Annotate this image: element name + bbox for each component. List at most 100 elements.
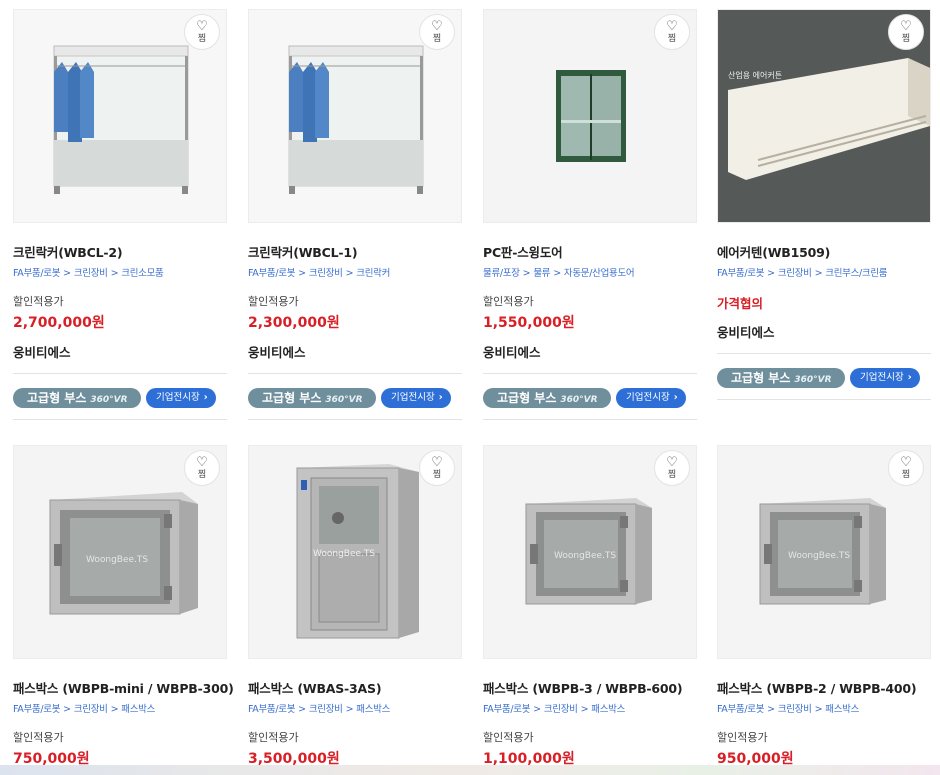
badge-row: 고급형 부스 360°VR 기업전시장 › xyxy=(13,387,227,409)
premium-booth-360vr-button[interactable]: 고급형 부스 360°VR xyxy=(483,388,611,408)
product-category[interactable]: FA부품/로봇 > 크린장비 > 패스박스 xyxy=(717,701,931,715)
product-card[interactable]: ♡ 찜 크린락커(WBCL-1) FA부품/로봇 > 크린장비 > 크린락커 할인적용가… xyxy=(248,9,462,420)
category-level-1[interactable]: FA부품/로봇 xyxy=(717,268,764,279)
product-card[interactable]: ♡ 찜 PC판-스윙도어 물류/포장 > 물류 > 자동문/산업용도어 할인적용가 1,… xyxy=(483,9,697,420)
product-category[interactable]: FA부품/로봇 > 크린장비 > 패스박스 xyxy=(483,701,697,715)
product-category[interactable]: FA부품/로봇 > 크린장비 > 패스박스 xyxy=(13,701,227,715)
divider xyxy=(13,373,227,374)
wishlist-button[interactable]: ♡ 찜 xyxy=(888,14,924,50)
product-card[interactable]: 산업용 에어커튼 ♡ 찜 에어커텐(WB1509) FA부품/로봇 > 크린장비 > 크… xyxy=(717,9,931,400)
divider xyxy=(13,419,227,420)
product-image-air-shower[interactable]: WoongBee.TS ♡ 찜 xyxy=(248,445,462,659)
category-level-3[interactable]: 자동문/산업용도어 xyxy=(564,268,635,279)
divider xyxy=(717,399,931,400)
category-level-2[interactable]: 크린장비 xyxy=(778,704,812,715)
seller-name[interactable]: 웅비티에스 xyxy=(483,342,697,361)
divider xyxy=(248,419,462,420)
chevron-right-icon: > xyxy=(814,268,823,279)
company-exhibition-button[interactable]: 기업전시장 › xyxy=(381,388,451,408)
wishlist-button[interactable]: ♡ 찜 xyxy=(184,450,220,486)
product-image-clean-locker[interactable]: ♡ 찜 xyxy=(248,9,462,223)
chevron-right-icon: > xyxy=(63,704,71,715)
seller-name[interactable]: 웅비티에스 xyxy=(717,322,931,341)
chevron-right-icon: > xyxy=(110,268,119,279)
product-title[interactable]: PC판-스윙도어 xyxy=(483,242,697,261)
wishlist-button[interactable]: ♡ 찜 xyxy=(184,14,220,50)
seller-name[interactable]: 웅비티에스 xyxy=(13,342,227,361)
category-level-1[interactable]: 물류/포장 xyxy=(483,268,520,279)
wishlist-button[interactable]: ♡ 찜 xyxy=(419,450,455,486)
category-level-3[interactable]: 패스박스 xyxy=(591,704,625,715)
category-level-2[interactable]: 크린장비 xyxy=(309,268,343,279)
product-image-swing-door[interactable]: ♡ 찜 xyxy=(483,9,697,223)
discount-label: 할인적용가 xyxy=(483,295,534,308)
company-exhibition-button[interactable]: 기업전시장 › xyxy=(616,388,686,408)
product-card[interactable]: WoongBee.TS ♡ 찜 패스박스 (WBAS-3AS) FA부품/로봇 >… xyxy=(248,445,462,768)
category-level-2[interactable]: 크린장비 xyxy=(74,268,108,279)
category-level-1[interactable]: FA부품/로봇 xyxy=(483,704,530,715)
chevron-right-icon: > xyxy=(767,268,775,279)
category-level-2[interactable]: 크린장비 xyxy=(778,268,812,279)
svg-text:WoongBee.TS: WoongBee.TS xyxy=(86,555,148,565)
wishlist-button[interactable]: ♡ 찜 xyxy=(654,450,690,486)
company-exhibition-button[interactable]: 기업전시장 › xyxy=(850,368,920,388)
product-category[interactable]: FA부품/로봇 > 크린장비 > 패스박스 xyxy=(248,701,462,715)
premium-booth-360vr-button[interactable]: 고급형 부스 360°VR xyxy=(248,388,376,408)
product-card[interactable]: WoongBee.TS ♡ 찜 패스박스 (WBPB-2 / WBPB-400)… xyxy=(717,445,931,768)
category-level-3[interactable]: 패스박스 xyxy=(825,704,859,715)
product-image-pass-box[interactable]: WoongBee.TS ♡ 찜 xyxy=(13,445,227,659)
product-category[interactable]: FA부품/로봇 > 크린장비 > 크린락커 xyxy=(248,265,462,279)
product-title[interactable]: 크린락커(WBCL-2) xyxy=(13,242,227,261)
category-level-1[interactable]: FA부품/로봇 xyxy=(248,268,295,279)
category-level-3[interactable]: 패스박스 xyxy=(356,704,390,715)
chevron-right-icon: › xyxy=(438,392,443,403)
chevron-right-icon: > xyxy=(345,268,354,279)
badge-row: 고급형 부스 360°VR 기업전시장 › xyxy=(483,387,697,409)
wishlist-button[interactable]: ♡ 찜 xyxy=(419,14,455,50)
product-title[interactable]: 크린락커(WBCL-1) xyxy=(248,242,462,261)
category-level-1[interactable]: FA부품/로봇 xyxy=(717,704,764,715)
product-image-pass-box[interactable]: WoongBee.TS ♡ 찜 xyxy=(717,445,931,659)
discount-label: 할인적용가 xyxy=(248,295,299,308)
product-title[interactable]: 패스박스 (WBPB-3 / WBPB-600) xyxy=(483,678,697,697)
product-image-pass-box[interactable]: WoongBee.TS ♡ 찜 xyxy=(483,445,697,659)
category-level-1[interactable]: FA부품/로봇 xyxy=(13,704,60,715)
svg-text:산업용 에어커튼: 산업용 에어커튼 xyxy=(728,70,782,80)
product-image-clean-locker[interactable]: ♡ 찜 xyxy=(13,9,227,223)
product-category[interactable]: 물류/포장 > 물류 > 자동문/산업용도어 xyxy=(483,265,697,279)
product-price: 1,550,000원 xyxy=(483,315,575,331)
discount-label: 할인적용가 xyxy=(13,731,64,744)
category-level-2[interactable]: 크린장비 xyxy=(74,704,108,715)
badge-row: 고급형 부스 360°VR 기업전시장 › xyxy=(248,387,462,409)
category-level-3[interactable]: 패스박스 xyxy=(121,704,155,715)
product-card[interactable]: ♡ 찜 크린락커(WBCL-2) FA부품/로봇 > 크린장비 > 크린소모품 할인적용… xyxy=(13,9,227,420)
product-category[interactable]: FA부품/로봇 > 크린장비 > 크린부스/크린룸 xyxy=(717,265,931,279)
category-level-2[interactable]: 크린장비 xyxy=(309,704,343,715)
category-level-2[interactable]: 물류 xyxy=(533,268,550,279)
product-title[interactable]: 에어커텐(WB1509) xyxy=(717,242,931,261)
wishlist-button[interactable]: ♡ 찜 xyxy=(654,14,690,50)
category-level-3[interactable]: 크린소모품 xyxy=(121,268,164,279)
product-title[interactable]: 패스박스 (WBAS-3AS) xyxy=(248,678,462,697)
product-title[interactable]: 패스박스 (WBPB-2 / WBPB-400) xyxy=(717,678,931,697)
premium-booth-360vr-button[interactable]: 고급형 부스 360°VR xyxy=(717,368,845,388)
product-image-air-curtain[interactable]: 산업용 에어커튼 ♡ 찜 xyxy=(717,9,931,223)
category-level-1[interactable]: FA부품/로봇 xyxy=(248,704,295,715)
product-card[interactable]: WoongBee.TS ♡ 찜 패스박스 (WBPB-mini / WBPB-3… xyxy=(13,445,234,768)
company-exhibition-button[interactable]: 기업전시장 › xyxy=(146,388,216,408)
category-level-3[interactable]: 크린락커 xyxy=(356,268,390,279)
product-price: 2,700,000원 xyxy=(13,315,105,331)
product-card[interactable]: WoongBee.TS ♡ 찜 패스박스 (WBPB-3 / WBPB-600)… xyxy=(483,445,697,768)
seller-name[interactable]: 웅비티에스 xyxy=(248,342,462,361)
heart-icon: ♡ xyxy=(900,19,912,34)
product-title[interactable]: 패스박스 (WBPB-mini / WBPB-300) xyxy=(13,678,234,697)
category-level-2[interactable]: 크린장비 xyxy=(544,704,578,715)
product-category[interactable]: FA부품/로봇 > 크린장비 > 크린소모품 xyxy=(13,265,227,279)
wishlist-button[interactable]: ♡ 찜 xyxy=(888,450,924,486)
premium-booth-360vr-button[interactable]: 고급형 부스 360°VR xyxy=(13,388,141,408)
svg-text:WoongBee.TS: WoongBee.TS xyxy=(313,549,375,559)
heart-icon: ♡ xyxy=(431,19,443,34)
category-level-3[interactable]: 크린부스/크린룸 xyxy=(825,268,887,279)
discount-label: 할인적용가 xyxy=(717,731,768,744)
category-level-1[interactable]: FA부품/로봇 xyxy=(13,268,60,279)
